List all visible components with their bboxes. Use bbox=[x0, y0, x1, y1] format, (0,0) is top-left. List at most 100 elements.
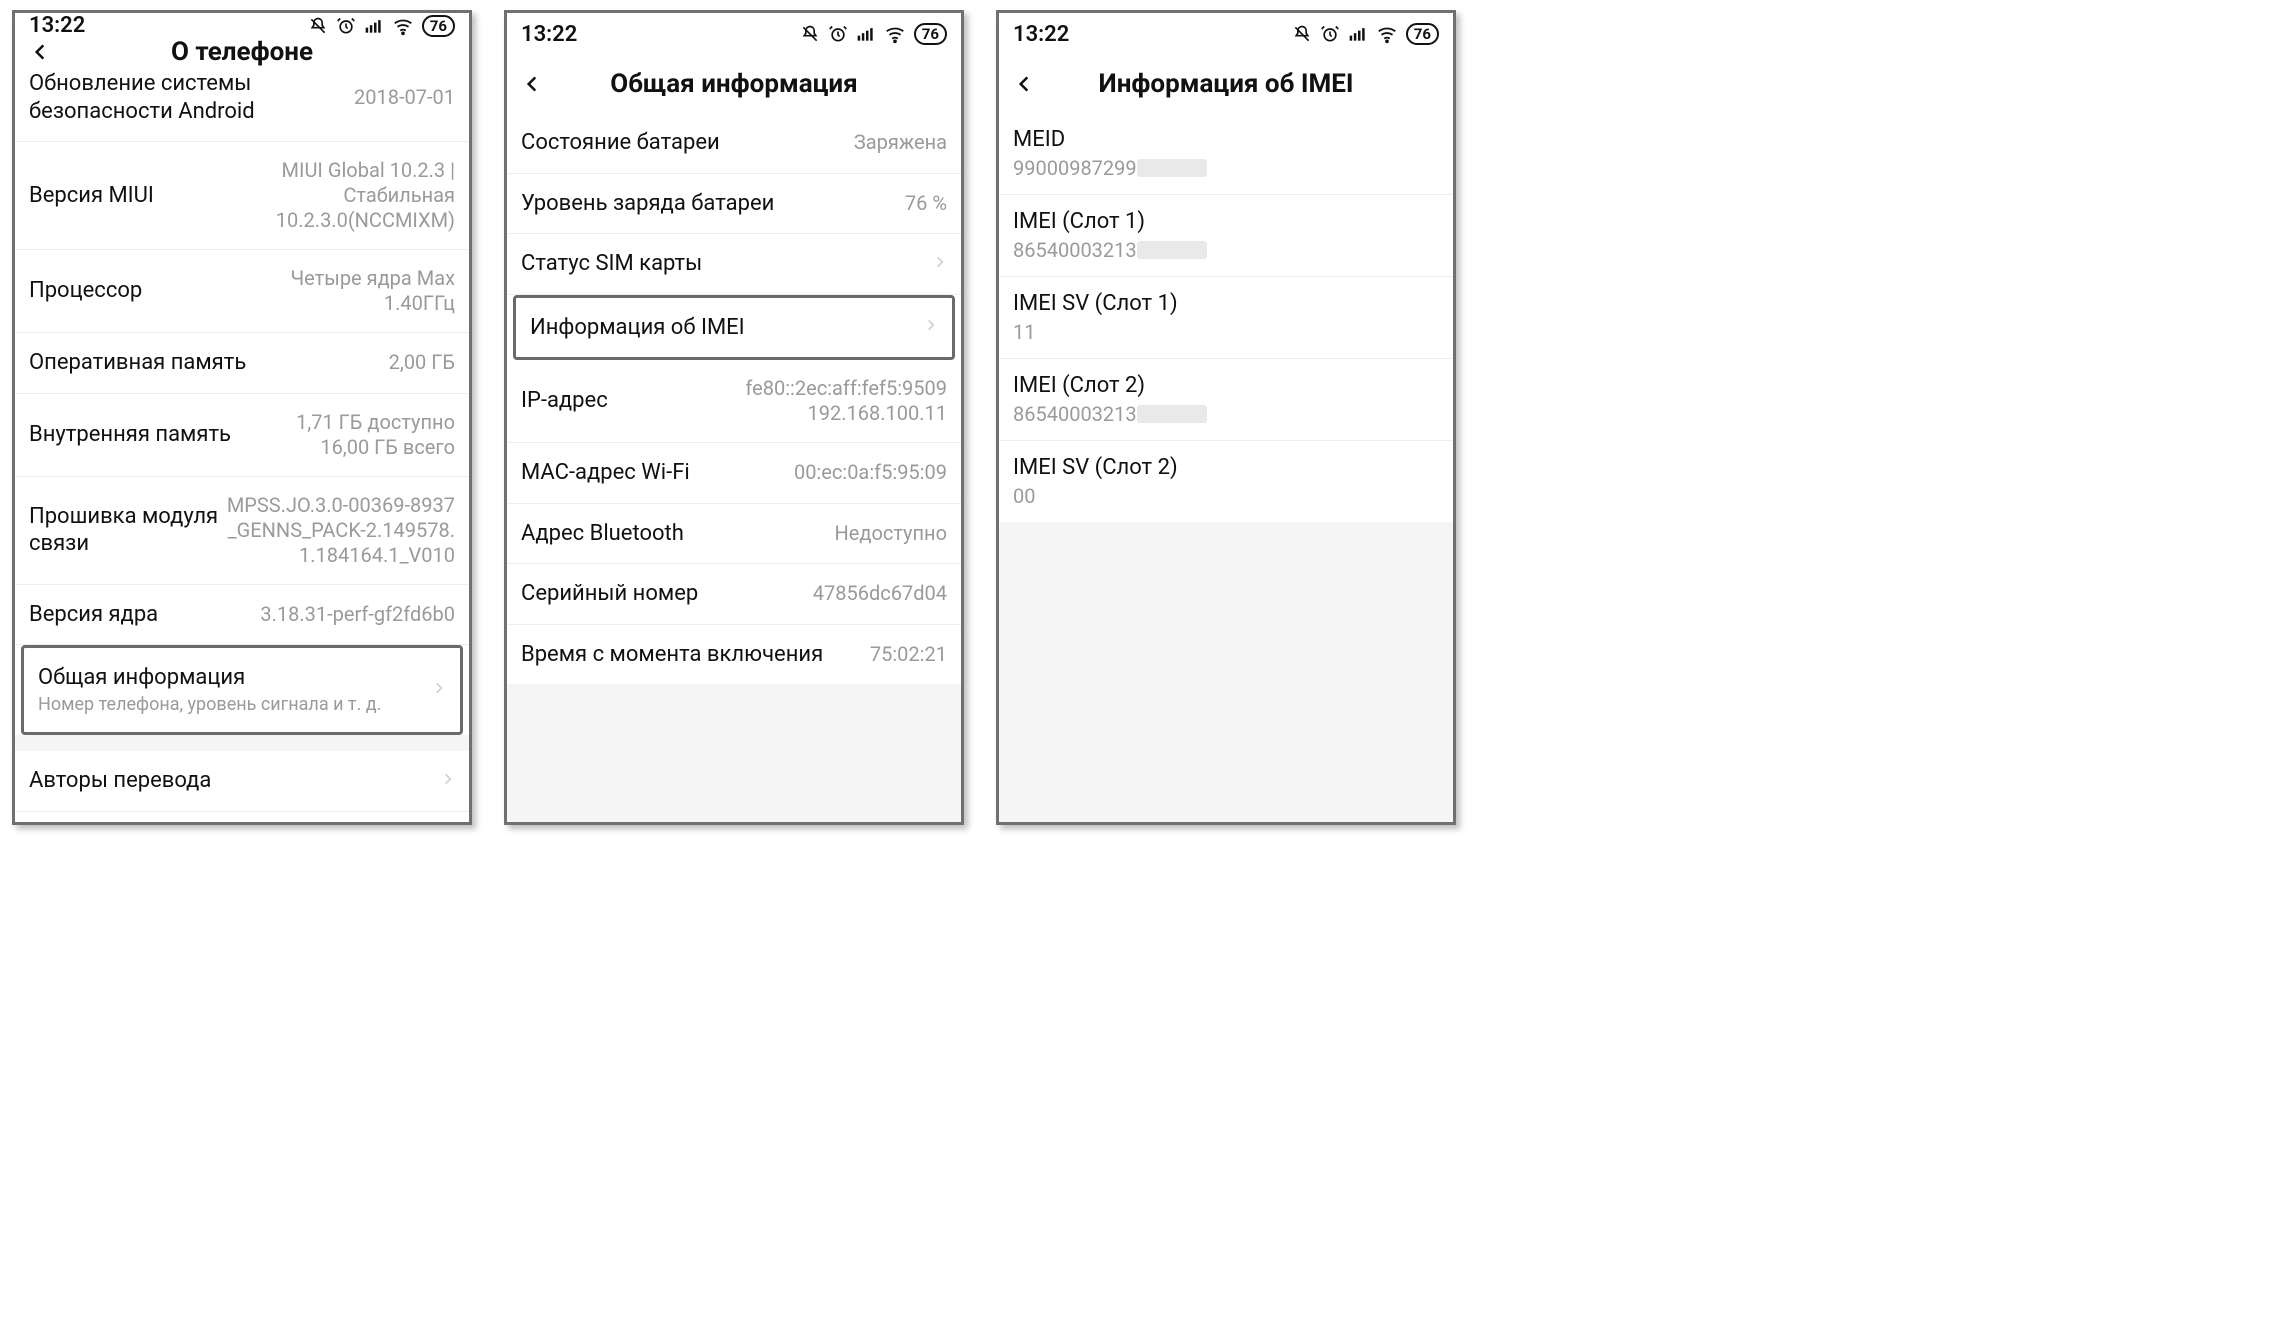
row-imei2-sv: IMEI SV (Слот 2) 00 bbox=[999, 441, 1453, 522]
row-kernel[interactable]: Версия ядра 3.18.31-perf-gf2fd6b0 bbox=[15, 585, 469, 646]
row-label: Уровень заряда батареи bbox=[521, 190, 905, 218]
row-value: Недоступно bbox=[835, 521, 948, 546]
row-battery-state[interactable]: Состояние батареи Заряжена bbox=[507, 113, 961, 174]
row-mac[interactable]: MAC-адрес Wi-Fi 00:ec:0a:f5:95:09 bbox=[507, 443, 961, 504]
status-right: 76 bbox=[308, 15, 455, 37]
phone-screen-imei: 13:22 76 Информация об IMEI MEID 9900098… bbox=[996, 10, 1456, 825]
battery-badge: 76 bbox=[422, 15, 455, 37]
phone-screen-status: 13:22 76 Общая информация Состояние бата… bbox=[504, 10, 964, 825]
wifi-icon bbox=[392, 15, 414, 37]
row-label: Общая информация bbox=[38, 664, 424, 692]
row-sim-status[interactable]: Статус SIM карты bbox=[507, 234, 961, 295]
row-value: 1,71 ГБ доступно 16,00 ГБ всего bbox=[296, 410, 455, 460]
row-imei-info-highlighted[interactable]: Информация об IMEI bbox=[513, 295, 955, 361]
row-serial[interactable]: Серийный номер 47856dc67d04 bbox=[507, 564, 961, 625]
row-ram[interactable]: Оперативная память 2,00 ГБ bbox=[15, 333, 469, 394]
row-value: MPSS.JO.3.0-00369-8937_GENNS_PACK-2.1495… bbox=[221, 493, 455, 568]
row-value: 99000987299 bbox=[1013, 156, 1439, 180]
row-label: Версия ядра bbox=[29, 601, 260, 629]
status-bar: 13:22 76 bbox=[999, 13, 1453, 55]
row-label: Статус SIM карты bbox=[521, 250, 925, 278]
row-label: Серийный номер bbox=[521, 580, 813, 608]
row-label: Состояние батареи bbox=[521, 129, 854, 157]
chevron-right-icon bbox=[924, 314, 938, 340]
row-value: 75:02:21 bbox=[870, 642, 947, 667]
row-battery-level[interactable]: Уровень заряда батареи 76 % bbox=[507, 174, 961, 235]
blank-area bbox=[507, 684, 961, 822]
row-label: Авторы перевода bbox=[29, 767, 433, 795]
row-storage[interactable]: Внутренняя память 1,71 ГБ доступно 16,00… bbox=[15, 394, 469, 477]
phone-screen-about: 13:22 76 О телефоне Обновление системы б… bbox=[12, 10, 472, 825]
header: О телефоне bbox=[15, 38, 469, 66]
row-ip[interactable]: IP-адрес fe80::2ec:aff:fef5:9509 192.168… bbox=[507, 360, 961, 443]
status-bar: 13:22 76 bbox=[507, 13, 961, 55]
row-baseband[interactable]: Прошивка модуля связи MPSS.JO.3.0-00369-… bbox=[15, 477, 469, 585]
row-value: MIUI Global 10.2.3 | Стабильная 10.2.3.0… bbox=[276, 158, 455, 233]
mute-icon bbox=[800, 24, 820, 44]
status-right: 76 bbox=[800, 23, 947, 45]
row-value: 00 bbox=[1013, 484, 1439, 508]
redaction-mask bbox=[1137, 405, 1207, 423]
row-imei2: IMEI (Слот 2) 86540003213 bbox=[999, 359, 1453, 441]
row-label: Прошивка модуля связи bbox=[29, 503, 219, 558]
row-value: 2,00 ГБ bbox=[389, 350, 455, 375]
row-cpu[interactable]: Процессор Четыре ядра Max 1.40ГГц bbox=[15, 250, 469, 333]
status-time: 13:22 bbox=[1013, 22, 1069, 47]
row-label: Версия MIUI bbox=[29, 182, 276, 210]
row-value: 2018-07-01 bbox=[354, 85, 455, 110]
back-button[interactable] bbox=[507, 55, 557, 113]
blank-area bbox=[999, 522, 1453, 822]
alarm-icon bbox=[828, 24, 848, 44]
row-value: 11 bbox=[1013, 320, 1439, 344]
battery-badge: 76 bbox=[1406, 23, 1439, 45]
row-meid: MEID 99000987299 bbox=[999, 113, 1453, 195]
row-label: MAC-адрес Wi-Fi bbox=[521, 459, 794, 487]
imei-list: MEID 99000987299 IMEI (Слот 1) 865400032… bbox=[999, 113, 1453, 822]
header: Общая информация bbox=[507, 55, 961, 113]
row-value: 00:ec:0a:f5:95:09 bbox=[794, 460, 947, 485]
row-translators[interactable]: Авторы перевода bbox=[15, 751, 469, 812]
status-list: Состояние батареи Заряжена Уровень заряд… bbox=[507, 113, 961, 822]
status-right: 76 bbox=[1292, 23, 1439, 45]
row-label: Время с момента включения bbox=[521, 641, 870, 669]
row-value: fe80::2ec:aff:fef5:9509 192.168.100.11 bbox=[745, 376, 947, 426]
row-label: Информация об IMEI bbox=[530, 314, 916, 342]
row-legal[interactable]: Юридическая информация bbox=[15, 812, 469, 826]
alarm-icon bbox=[336, 16, 356, 36]
page-title: О телефоне bbox=[15, 37, 469, 67]
alarm-icon bbox=[1320, 24, 1340, 44]
redaction-mask bbox=[1137, 159, 1207, 177]
row-status-highlighted[interactable]: Общая информация Номер телефона, уровень… bbox=[21, 645, 463, 735]
page-title: Общая информация bbox=[507, 69, 961, 99]
row-value: 47856dc67d04 bbox=[813, 581, 947, 606]
chevron-right-icon bbox=[441, 768, 455, 794]
row-uptime[interactable]: Время с момента включения 75:02:21 bbox=[507, 625, 961, 685]
row-value: Заряжена bbox=[854, 130, 947, 155]
row-security-update[interactable]: Обновление системы безопасности Android … bbox=[15, 66, 469, 142]
row-miui-version[interactable]: Версия MIUI MIUI Global 10.2.3 | Стабиль… bbox=[15, 142, 469, 250]
mute-icon bbox=[308, 16, 328, 36]
row-sublabel: Номер телефона, уровень сигнала и т. д. bbox=[38, 694, 424, 717]
page-title: Информация об IMEI bbox=[999, 69, 1453, 99]
row-label: IMEI (Слот 2) bbox=[1013, 373, 1439, 398]
row-label: Внутренняя память bbox=[29, 421, 296, 449]
mute-icon bbox=[1292, 24, 1312, 44]
row-label: IMEI (Слот 1) bbox=[1013, 209, 1439, 234]
signal-icon bbox=[856, 24, 876, 44]
signal-icon bbox=[1348, 24, 1368, 44]
chevron-right-icon bbox=[432, 677, 446, 703]
signal-icon bbox=[364, 16, 384, 36]
section-spacer bbox=[15, 735, 469, 751]
wifi-icon bbox=[1376, 23, 1398, 45]
row-label: IP-адрес bbox=[521, 387, 745, 415]
row-value: 76 % bbox=[905, 191, 947, 216]
row-bt[interactable]: Адрес Bluetooth Недоступно bbox=[507, 504, 961, 565]
row-imei1: IMEI (Слот 1) 86540003213 bbox=[999, 195, 1453, 277]
row-imei1-sv: IMEI SV (Слот 1) 11 bbox=[999, 277, 1453, 359]
battery-badge: 76 bbox=[914, 23, 947, 45]
back-button[interactable] bbox=[999, 55, 1049, 113]
row-label: Обновление системы безопасности Android bbox=[29, 70, 354, 125]
chevron-right-icon bbox=[933, 251, 947, 277]
back-button[interactable] bbox=[15, 38, 65, 66]
header: Информация об IMEI bbox=[999, 55, 1453, 113]
